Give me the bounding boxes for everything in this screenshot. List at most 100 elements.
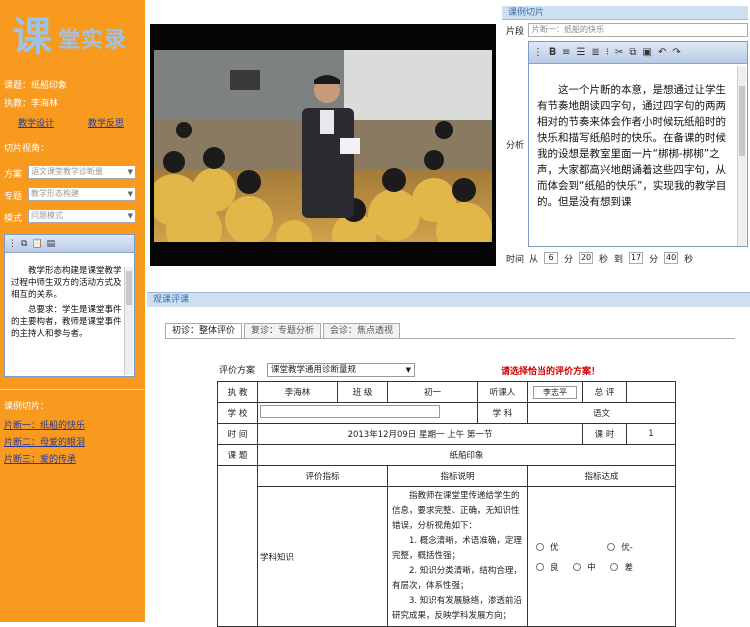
total-value [626, 381, 676, 403]
align-left-icon[interactable]: ≡ [562, 47, 570, 58]
bold-icon[interactable]: 𝐁 [549, 47, 556, 58]
clip-panel: 课例切片 片段 片断一：纸船的快乐 分析 ⋮ 𝐁 ≡ ☰ ≣ ⁝ ✂ ⧉ ▣ ↶… [502, 6, 748, 284]
grip-icon: ⋮ [8, 238, 17, 249]
mode-label: 模式 [4, 214, 23, 224]
more-icon[interactable]: ▤ [47, 239, 56, 249]
review-title: 观课评课 [147, 293, 750, 307]
divider [0, 389, 145, 390]
sidebar-editor-scrollbar[interactable] [124, 267, 133, 375]
classroom-video-frame [154, 50, 492, 242]
evaluation-scheme-select[interactable]: 课堂教学通用诊断量规 ▼ [267, 363, 415, 377]
subject-label: 学 科 [477, 402, 528, 424]
redo-icon[interactable]: ↷ [672, 47, 680, 58]
editor-toolbar: ⋮ ⧉ 📋 ▤ [5, 235, 134, 253]
scheme-label: 方案 [4, 170, 23, 180]
option-good[interactable]: 良 [536, 561, 559, 573]
listener-label: 听课人 [477, 381, 528, 403]
tab-overall[interactable]: 初诊：整体评价 [165, 323, 243, 339]
time-label: 时 间 [217, 423, 258, 445]
option-average[interactable]: 中 [573, 561, 596, 573]
undo-icon[interactable]: ↶ [658, 47, 666, 58]
align-center-icon[interactable]: ☰ [576, 47, 585, 58]
teaching-design-link[interactable]: 教学设计 [18, 116, 54, 129]
grade-value: 初一 [387, 381, 478, 403]
end-min-input[interactable]: 17 [629, 252, 644, 264]
topic-select[interactable]: 教学形态构建 ▼ [28, 187, 136, 201]
sec-label: 秒 [599, 254, 609, 265]
option-poor[interactable]: 差 [610, 561, 633, 573]
teacher-label: 执 教 [217, 381, 258, 403]
sidebar-editor[interactable]: ⋮ ⧉ 📋 ▤ 教学形态构建是课堂教学过程中师生双方的活动方式及相互的关系。 总… [4, 234, 135, 377]
to-label: 到 [614, 254, 624, 265]
start-sec-input[interactable]: 20 [579, 252, 594, 264]
evaluation-table: 执 教 李海林 班 级 初一 听课人 李志平 总 评 学 校 学 科 语文 时 … [217, 381, 676, 627]
grade-label: 班 级 [337, 381, 388, 403]
topic-field-label: 专题 [4, 192, 23, 202]
chevron-down-icon: ▼ [405, 366, 411, 374]
clip-panel-title: 课例切片 [502, 6, 748, 20]
scheme-row: 评价方案 课堂教学通用诊断量规 ▼ 请选择恰当的评价方案！ [219, 363, 699, 377]
mode-select[interactable]: 问题模式 ▼ [28, 209, 136, 223]
review-tabs: 初诊：整体评价 复诊：专题分析 会诊：焦点透视 [165, 323, 402, 339]
segment-label: 片段 [506, 27, 525, 37]
time-label: 时间 [506, 254, 525, 265]
clip-link-2[interactable]: 片断二：母爱的眼泪 [4, 435, 85, 448]
analysis-text: 这一个片断的本意，是想通过让学生有节奏地朗读四字句，通过四字句的两两相对的节奏来… [537, 84, 727, 208]
listener-input[interactable]: 李志平 [533, 385, 577, 399]
end-sec-input[interactable]: 40 [664, 252, 679, 264]
blank-cell [217, 465, 258, 627]
logo-text: 堂实录 [58, 27, 128, 53]
clips-heading: 课例切片： [4, 402, 50, 412]
align-right-icon[interactable]: ≣ [591, 47, 599, 58]
logo-char: 课 [12, 13, 52, 60]
cut-icon[interactable]: ✂ [615, 47, 623, 58]
list-icon[interactable]: ⁝ [606, 47, 609, 58]
topic-value: 纸船印象 [257, 444, 676, 466]
option-excellent[interactable]: 优 [536, 541, 559, 553]
analysis-label: 分析 [506, 141, 525, 151]
from-label: 从 [529, 254, 539, 265]
paste-icon[interactable]: ▣ [643, 47, 652, 58]
indicator-description: 指教师在课堂里传递给学生的信息，要求完整、正确，无知识性错误，分析视角如下： 1… [387, 486, 528, 627]
start-min-input[interactable]: 6 [544, 252, 559, 264]
total-label: 总 评 [582, 381, 627, 403]
scheme-select[interactable]: 语文课堂教学诊断量 ▼ [28, 165, 136, 179]
sidebar: 课 堂实录 课题：纸船印象 执教：李海林 教学设计 教学反思 切片视角： 方案 … [0, 0, 145, 622]
segment-select[interactable]: 片断一：纸船的快乐 [528, 23, 748, 37]
copy-icon[interactable]: ⧉ [629, 47, 636, 58]
tab-underline [165, 338, 735, 339]
review-panel: 观课评课 初诊：整体评价 复诊：专题分析 会诊：焦点透视 评价方案 课堂教学通用… [147, 292, 750, 627]
scheme-row-label: 评价方案 [219, 366, 256, 376]
classroom-scene [154, 50, 492, 242]
achievement-options: 优 优- 良 中 差 [527, 486, 676, 627]
tab-topic[interactable]: 复诊：专题分析 [244, 323, 322, 339]
school-label: 学 校 [217, 402, 258, 424]
teacher-value: 李海林 [257, 381, 338, 403]
paste-icon[interactable]: 📋 [31, 239, 42, 249]
chevron-down-icon: ▼ [127, 168, 133, 176]
header-description: 指标说明 [387, 465, 528, 487]
copy-icon[interactable]: ⧉ [21, 239, 27, 249]
school-input[interactable] [260, 405, 440, 418]
analysis-toolbar: ⋮ 𝐁 ≡ ☰ ≣ ⁝ ✂ ⧉ ▣ ↶ ↷ [529, 42, 747, 64]
subject-value: 语文 [527, 402, 676, 424]
option-excellent-minus[interactable]: 优- [607, 541, 633, 553]
scheme-warning: 请选择恰当的评价方案！ [501, 367, 601, 377]
chevron-down-icon: ▼ [127, 190, 133, 198]
min-label: 分 [564, 254, 574, 265]
chevron-down-icon: ▼ [127, 212, 133, 220]
logo: 课 堂实录 [8, 14, 138, 60]
time-row: 时间 从 6 分 20 秒 到 17 分 40 秒 [502, 250, 748, 266]
topic-label: 课题：纸船印象 [4, 81, 68, 91]
min-label-2: 分 [649, 254, 659, 265]
teaching-reflection-link[interactable]: 教学反思 [88, 116, 124, 129]
clip-link-3[interactable]: 片断三：爱的传承 [4, 452, 76, 465]
perspective-label: 切片视角： [4, 144, 50, 154]
teacher-label: 执教：李海林 [4, 99, 59, 109]
video-player[interactable] [150, 24, 496, 266]
analysis-scrollbar[interactable] [737, 66, 746, 246]
header-achievement: 指标达成 [527, 465, 676, 487]
analysis-editor[interactable]: ⋮ 𝐁 ≡ ☰ ≣ ⁝ ✂ ⧉ ▣ ↶ ↷ 这一个片断的本意，是想通过让学生有节… [528, 41, 748, 247]
clip-link-1[interactable]: 片断一：纸船的快乐 [4, 418, 85, 431]
tab-focus[interactable]: 会诊：焦点透视 [323, 323, 401, 339]
